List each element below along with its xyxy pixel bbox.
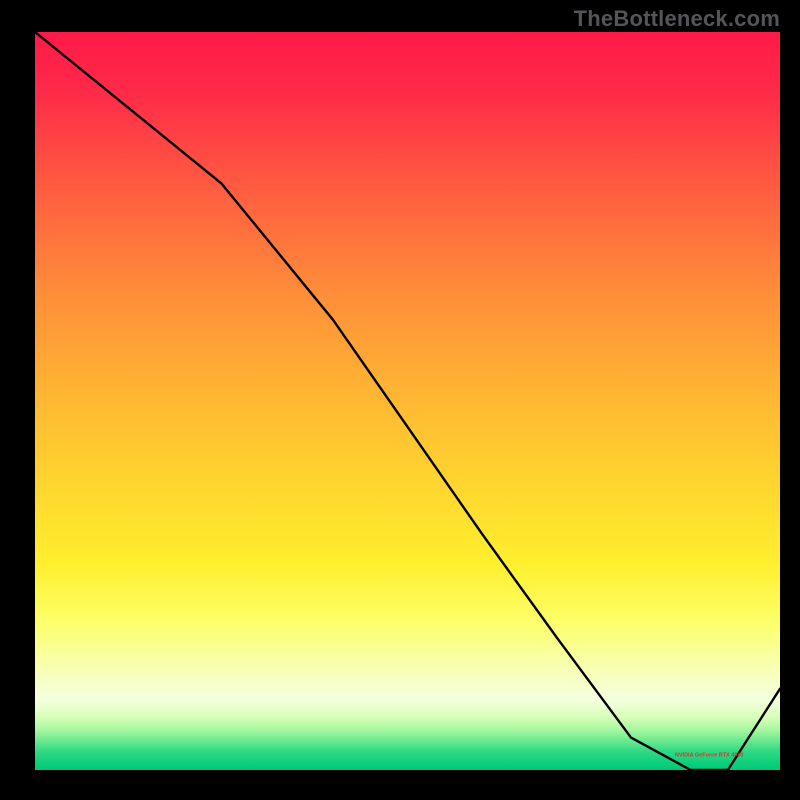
plot-background [35,32,780,770]
frame-mask-left [0,0,35,800]
gpu-annotation: NVIDIA GeForce RTX 4080 [675,753,744,759]
bottleneck-chart: NVIDIA GeForce RTX 4080 [0,0,800,800]
frame-mask-right [780,0,800,800]
chart-frame: { "watermark": "TheBottleneck.com", "cha… [0,0,800,800]
watermark-text: TheBottleneck.com [574,6,780,32]
frame-mask-bottom [0,770,800,800]
